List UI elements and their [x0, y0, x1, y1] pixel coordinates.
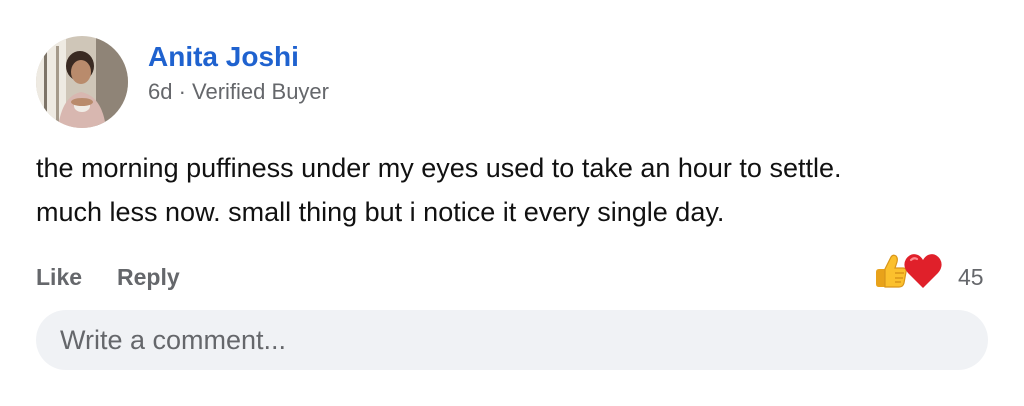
- heart-icon: [902, 251, 944, 296]
- author-name[interactable]: Anita Joshi: [148, 40, 299, 74]
- reply-button[interactable]: Reply: [117, 262, 180, 292]
- avatar-photo: [36, 36, 128, 128]
- comment-meta: 6d · Verified Buyer: [148, 79, 329, 104]
- like-button[interactable]: Like: [36, 262, 82, 292]
- comment-text-line: much less now. small thing but i notice …: [36, 197, 725, 227]
- reaction-summary[interactable]: [870, 251, 944, 295]
- comment-text-line: the morning puffiness under my eyes used…: [36, 153, 842, 183]
- comment-input[interactable]: [36, 310, 988, 370]
- avatar[interactable]: [36, 36, 128, 128]
- comment-card: Anita Joshi 6d · Verified Buyer the morn…: [0, 0, 1024, 406]
- reaction-count[interactable]: 45: [958, 262, 984, 292]
- comment-text: the morning puffiness under my eyes used…: [36, 146, 996, 234]
